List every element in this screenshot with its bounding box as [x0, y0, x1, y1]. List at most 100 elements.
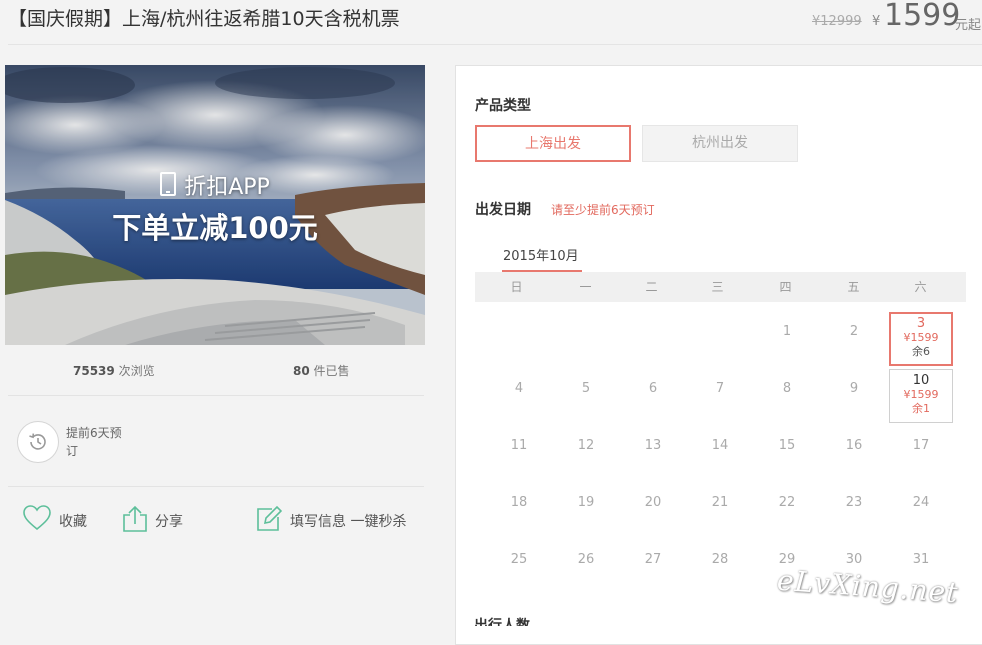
weekday-fri: 五 — [847, 280, 860, 294]
phone-icon — [160, 172, 177, 196]
weekday-thu: 四 — [779, 280, 792, 294]
day-number: 10 — [912, 373, 930, 388]
currency-symbol: ¥ — [872, 14, 881, 29]
departure-date-label: 出发日期 — [475, 202, 531, 218]
calendar-day: 25 — [487, 540, 551, 594]
calendar-day: 11 — [487, 426, 551, 480]
day-number: 17 — [912, 438, 930, 453]
weekday-wed: 三 — [711, 280, 724, 294]
option-shanghai-departure[interactable]: 上海出发 — [475, 125, 631, 162]
original-price: ¥12999 — [812, 14, 862, 29]
day-number: 31 — [912, 552, 930, 567]
calendar-day: 6 — [621, 369, 685, 423]
history-clock-icon — [29, 433, 46, 450]
day-number: 12 — [577, 438, 595, 453]
day-number: 20 — [644, 495, 662, 510]
views-stat: 75539 次浏览 — [73, 362, 155, 379]
day-number: 22 — [778, 495, 796, 510]
sold-stat: 80 件已售 — [293, 362, 350, 379]
calendar-day: 18 — [487, 483, 551, 537]
fill-info-label: 填写信息 一键秒杀 — [290, 514, 407, 530]
day-number: 6 — [648, 381, 658, 396]
calendar-day: 13 — [621, 426, 685, 480]
day-price: ¥1599 — [903, 331, 939, 344]
header-divider — [8, 44, 982, 45]
weekday-sat: 六 — [914, 280, 927, 294]
day-number: 23 — [845, 495, 863, 510]
calendar-day: 19 — [554, 483, 618, 537]
product-type-label: 产品类型 — [475, 98, 531, 114]
stats-bar: 75539 次浏览 80 件已售 — [5, 362, 425, 382]
day-number: 15 — [778, 438, 796, 453]
page-header: 【国庆假期】上海/杭州往返希腊10天含税机票 ¥12999 ¥ 1599 元起 — [0, 0, 982, 46]
day-number: 16 — [845, 438, 863, 453]
day-number: 7 — [715, 381, 725, 396]
day-number: 2 — [849, 324, 859, 339]
favorite-label: 收藏 — [59, 514, 87, 530]
weekday-tue: 二 — [645, 280, 658, 294]
sold-label: 件已售 — [313, 364, 350, 378]
edit-icon — [257, 505, 282, 531]
day-number: 26 — [577, 552, 595, 567]
calendar-day: 14 — [688, 426, 752, 480]
product-title: 【国庆假期】上海/杭州往返希腊10天含税机票 — [8, 8, 400, 30]
calendar-day: 7 — [688, 369, 752, 423]
day-number: 1 — [782, 324, 792, 339]
day-number: 11 — [510, 438, 528, 453]
views-label: 次浏览 — [118, 364, 155, 378]
day-number: 13 — [644, 438, 662, 453]
day-number: 27 — [644, 552, 662, 567]
weekday-sun: 日 — [510, 280, 523, 294]
calendar-day: 12 — [554, 426, 618, 480]
day-number: 25 — [510, 552, 528, 567]
departure-date-hint: 请至少提前6天预订 — [551, 203, 655, 217]
day-remaining: 余6 — [912, 345, 930, 358]
calendar-day: 2 — [822, 312, 886, 366]
calendar-day-available-selected[interactable]: 3 ¥1599 余6 — [889, 312, 953, 366]
calendar-day: 27 — [621, 540, 685, 594]
calendar-weekday-header: 日 一 二 三 四 五 六 — [475, 272, 966, 302]
action-bar: 收藏 分享 填写信息 一键秒杀 — [0, 503, 430, 537]
day-number: 4 — [514, 381, 524, 396]
hero-app-line: 折扣APP — [5, 169, 425, 201]
calendar-day: 28 — [688, 540, 752, 594]
day-number: 5 — [581, 381, 591, 396]
calendar-day: 22 — [755, 483, 819, 537]
calendar-day-available[interactable]: 10 ¥1599 余1 — [889, 369, 953, 423]
calendar-day: 17 — [889, 426, 953, 480]
weekday-mon: 一 — [579, 280, 592, 294]
calendar-day: 1 — [755, 312, 819, 366]
hero-banner[interactable]: 折扣APP 下单立减100元 — [5, 65, 425, 345]
day-number: 8 — [782, 381, 792, 396]
booking-panel: 产品类型 上海出发 杭州出发 出发日期 请至少提前6天预订 2015年10月 日… — [455, 65, 982, 645]
day-number: 9 — [849, 381, 859, 396]
day-number: 21 — [711, 495, 729, 510]
option-hangzhou-departure[interactable]: 杭州出发 — [642, 125, 798, 162]
advance-notice: 提前6天预订 — [17, 421, 317, 465]
share-icon — [123, 505, 147, 532]
calendar-month-tab[interactable]: 2015年10月 — [503, 245, 579, 264]
divider — [8, 395, 424, 396]
day-number: 18 — [510, 495, 528, 510]
calendar-day: 8 — [755, 369, 819, 423]
history-icon-wrap — [17, 421, 59, 463]
day-remaining: 余1 — [912, 402, 930, 415]
advance-notice-text: 提前6天预订 — [66, 426, 122, 458]
traveler-count-label: 出行人数 — [474, 618, 530, 626]
day-number: 14 — [711, 438, 729, 453]
calendar-day: 5 — [554, 369, 618, 423]
day-number: 3 — [916, 316, 926, 331]
calendar-day: 26 — [554, 540, 618, 594]
divider — [8, 486, 424, 487]
day-price: ¥1599 — [903, 388, 939, 401]
day-number: 19 — [577, 495, 595, 510]
hero-promo-text: 下单立减100元 — [112, 211, 318, 245]
calendar-day: 24 — [889, 483, 953, 537]
calendar-day: 15 — [755, 426, 819, 480]
calendar-day: 4 — [487, 369, 551, 423]
day-number: 30 — [845, 552, 863, 567]
heart-icon — [23, 505, 51, 531]
hero-overlay: 折扣APP 下单立减100元 — [5, 65, 425, 345]
views-count: 75539 — [73, 364, 115, 378]
current-price: 1599 — [884, 0, 961, 33]
